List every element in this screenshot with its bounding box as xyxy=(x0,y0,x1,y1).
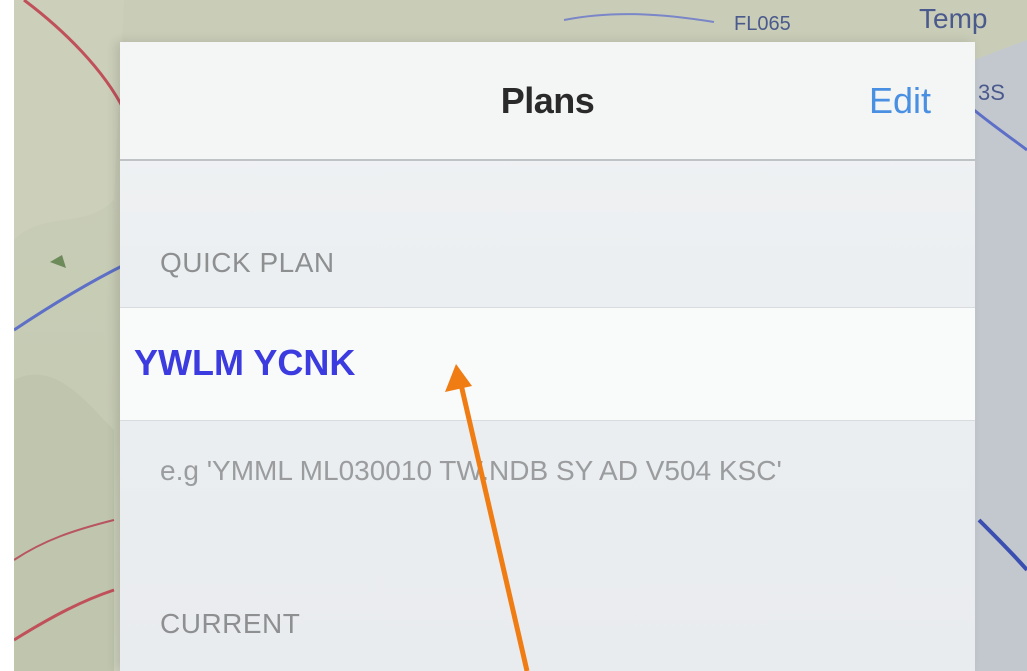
plans-title: Plans xyxy=(500,80,595,121)
quick-plan-hint: e.g 'YMML ML030010 TW.NDB SY AD V504 KSC… xyxy=(160,455,782,486)
current-section-header: CURRENT xyxy=(160,608,301,639)
map-route-line xyxy=(14,263,125,332)
plans-popover: Plans Edit QUICK PLAN e.g 'YMML ML030010… xyxy=(120,42,975,671)
map-water-area xyxy=(974,40,1027,671)
quick-plan-section-header: QUICK PLAN xyxy=(160,247,335,278)
map-symbol xyxy=(50,255,66,268)
map-terrain-patch xyxy=(14,0,124,240)
quick-plan-input-row[interactable] xyxy=(120,307,975,421)
edit-button[interactable]: Edit xyxy=(869,80,931,122)
map-label: 3S xyxy=(978,80,1005,105)
plans-nav-bar: Plans Edit xyxy=(120,42,975,161)
quick-plan-input[interactable] xyxy=(134,338,934,388)
map-label: FL065 xyxy=(734,13,791,35)
map-label: Temp xyxy=(919,3,987,34)
map-terrain-patch xyxy=(14,374,114,671)
map-route-line xyxy=(563,13,715,23)
screenshot-stage: FL065 Temp 3S Plans Edit QUICK PLAN e.g … xyxy=(0,0,1027,671)
